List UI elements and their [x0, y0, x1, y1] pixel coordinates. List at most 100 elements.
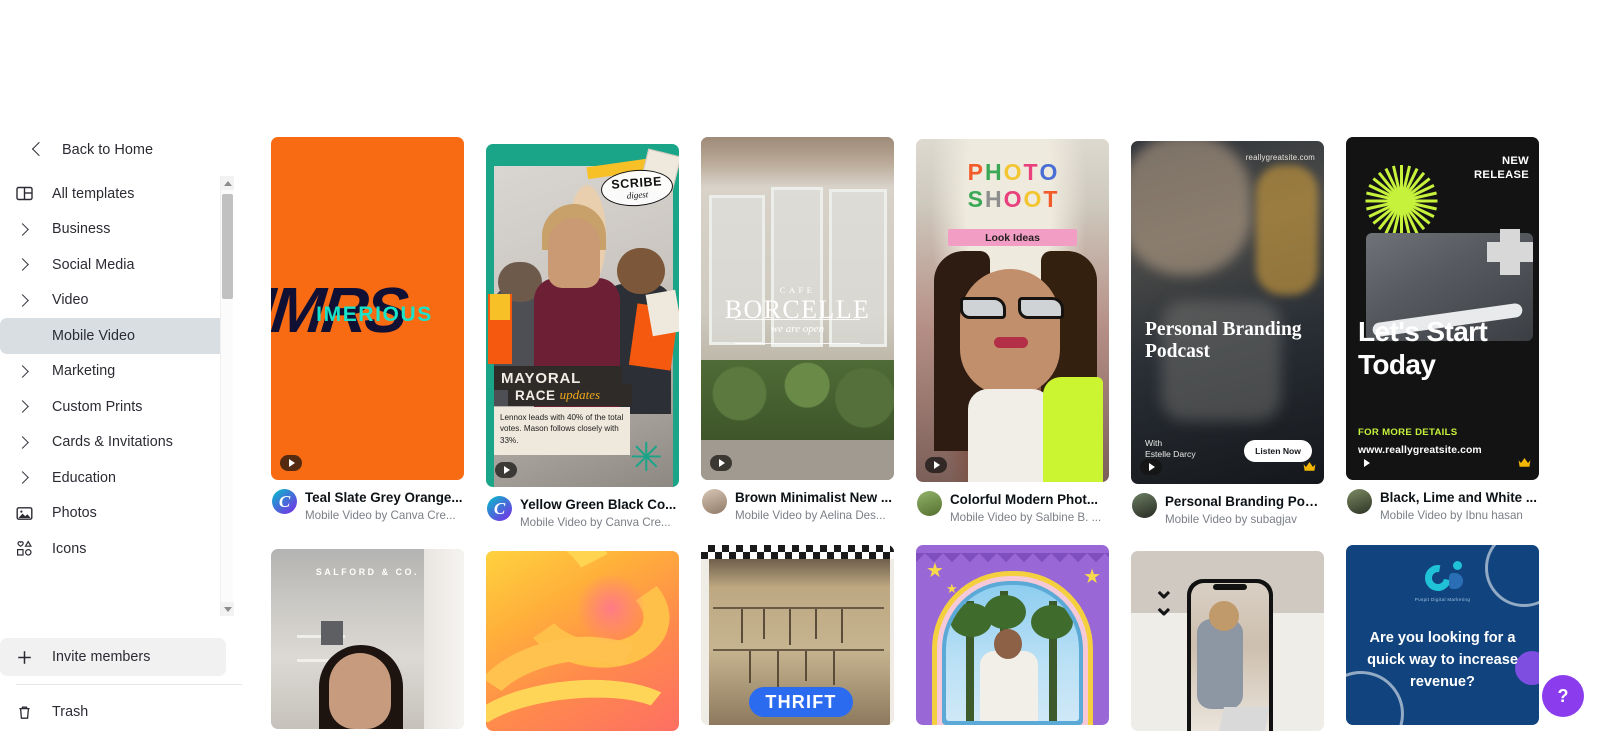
sidebar-item-social-media[interactable]: Social Media	[0, 247, 226, 283]
template-meta: Colorful Modern Phot... Mobile Video by …	[916, 491, 1109, 525]
sidebar-item-mobile-video[interactable]: Mobile Video	[0, 318, 226, 354]
divider	[735, 319, 860, 320]
invite-members-button[interactable]: Invite members	[0, 638, 226, 676]
template-title: Black, Lime and White ...	[1380, 490, 1538, 505]
invite-members-label: Invite members	[52, 649, 151, 665]
back-to-home-button[interactable]: Back to Home	[0, 130, 242, 170]
thumb-shape	[490, 294, 510, 320]
chevron-right-icon	[16, 468, 42, 488]
sidebar-item-icons[interactable]: Icons	[0, 531, 226, 567]
thumb-photo	[946, 585, 1079, 721]
sidebar-item-cards-invitations[interactable]: Cards & Invitations	[0, 425, 226, 461]
thumb-host-name: Estelle Darcy	[1145, 449, 1196, 459]
thumb-details-label: FOR MORE DETAILS	[1358, 427, 1458, 438]
play-icon[interactable]	[495, 462, 517, 478]
thumb-website: reallygreatsite.com	[1245, 153, 1315, 162]
template-meta: Personal Branding Pod... Mobile Video by…	[1131, 493, 1324, 527]
trash-button[interactable]: Trash	[0, 693, 226, 731]
listen-now-button[interactable]: Listen Now	[1244, 440, 1312, 462]
sidebar-item-label: Custom Prints	[52, 398, 143, 415]
avatar	[1132, 493, 1157, 518]
template-title: Brown Minimalist New ...	[735, 490, 892, 505]
thumb-badge-label: THRIFT	[765, 691, 837, 712]
sidebar-scroll-area: All templates Business Social Media Vide…	[0, 176, 242, 616]
template-thumbnail[interactable]: PHOTO SHOOT Look Ideas	[916, 139, 1109, 482]
thumb-brand-name: BORCELLE	[724, 295, 871, 324]
template-meta: Brown Minimalist New ... Mobile Video by…	[701, 489, 894, 523]
plus-icon	[16, 647, 42, 667]
play-icon[interactable]	[925, 457, 947, 473]
sidebar-scrollbar[interactable]	[220, 176, 234, 616]
template-thumbnail[interactable]: SCRIBE digest MAYORAL RACE updates Lenno…	[486, 144, 679, 487]
thumb-tag-label: Look Ideas	[985, 231, 1040, 244]
template-card[interactable]: Puspit Digital Marketing Are you looking…	[1346, 545, 1539, 725]
template-byline: Mobile Video by Canva Cre...	[305, 509, 456, 522]
sidebar-divider	[16, 684, 242, 685]
sidebar-item-label: All templates	[52, 185, 135, 202]
thumb-host-label: With	[1145, 438, 1163, 448]
avatar	[487, 496, 512, 521]
sidebar-item-all-templates[interactable]: All templates	[0, 176, 226, 212]
sidebar-item-label: Photos	[52, 505, 97, 522]
template-thumbnail[interactable]: IMRS IMERIOUS	[271, 137, 464, 480]
thumb-headline-1: PHOTO	[967, 159, 1058, 185]
template-browser-page: Back to Home All templates Business Soci…	[0, 0, 1600, 733]
sunburst-icon	[1364, 163, 1440, 239]
thumb-host: With Estelle Darcy	[1145, 438, 1196, 460]
template-card[interactable]: SALFORD & CO.	[271, 549, 464, 729]
scroll-down-arrow-icon[interactable]	[221, 602, 234, 616]
template-card[interactable]: SCRIBE digest MAYORAL RACE updates Lenno…	[486, 144, 679, 530]
checker-border	[701, 545, 894, 559]
sidebar-item-label: Business	[52, 221, 111, 238]
play-icon[interactable]	[1140, 459, 1162, 475]
star-icon: ★	[926, 560, 944, 582]
sidebar-item-business[interactable]: Business	[0, 212, 226, 248]
help-button[interactable]: ?	[1542, 675, 1584, 717]
play-icon[interactable]	[710, 455, 732, 471]
sidebar-item-label: Cards & Invitations	[52, 434, 173, 451]
template-byline: Mobile Video by Aelina Des...	[735, 509, 886, 522]
template-card[interactable]: NEW RELEASE Let's Start Today FOR MORE D…	[1346, 137, 1539, 523]
template-meta: Black, Lime and White ... Mobile Video b…	[1346, 489, 1539, 523]
template-thumbnail[interactable]: ★ ★ ★	[916, 545, 1109, 725]
template-thumbnail[interactable]	[486, 551, 679, 731]
scroll-up-arrow-icon[interactable]	[221, 176, 234, 190]
template-thumbnail[interactable]: SALFORD & CO.	[271, 549, 464, 729]
sidebar-item-photos[interactable]: Photos	[0, 496, 226, 532]
template-thumbnail[interactable]: reallygreatsite.com Personal Branding Po…	[1131, 141, 1324, 484]
divider	[735, 343, 860, 344]
thumb-headline: Let's Start Today	[1358, 316, 1488, 380]
template-card[interactable]	[486, 551, 679, 731]
back-to-home-label: Back to Home	[62, 142, 154, 158]
play-icon[interactable]	[280, 455, 302, 471]
template-card[interactable]: ★ ★ ★	[916, 545, 1109, 725]
sidebar-item-marketing[interactable]: Marketing	[0, 354, 226, 390]
template-card[interactable]: IMRS IMERIOUS Teal Slate Grey Orange... …	[271, 137, 464, 523]
template-card[interactable]: CAFE BORCELLE we are open Brown Minimali…	[701, 137, 894, 523]
template-thumbnail[interactable]: Puspit Digital Marketing Are you looking…	[1346, 545, 1539, 725]
template-thumbnail[interactable]: CAFE BORCELLE we are open	[701, 137, 894, 480]
chevron-right-icon	[16, 219, 42, 239]
template-card[interactable]: THRIFT	[701, 545, 894, 725]
sidebar-item-video[interactable]: Video	[0, 283, 226, 319]
sidebar-item-custom-prints[interactable]: Custom Prints	[0, 389, 226, 425]
sidebar-item-label: Mobile Video	[52, 327, 135, 344]
scrollbar-thumb[interactable]	[222, 194, 233, 299]
star-icon: ★	[1083, 566, 1101, 588]
play-icon[interactable]	[1355, 455, 1377, 471]
stamp-subtitle: digest	[626, 189, 649, 201]
template-thumbnail[interactable]: NEW RELEASE Let's Start Today FOR MORE D…	[1346, 137, 1539, 480]
thumb-kicker: CAFE	[779, 285, 816, 295]
template-title: Colorful Modern Phot...	[950, 492, 1099, 507]
template-card[interactable]: ⌄ ⌄	[1131, 551, 1324, 731]
template-card[interactable]: reallygreatsite.com Personal Branding Po…	[1131, 141, 1324, 527]
template-thumbnail[interactable]: THRIFT	[701, 545, 894, 725]
template-thumbnail[interactable]: ⌄ ⌄	[1131, 551, 1324, 731]
trash-label: Trash	[52, 704, 89, 720]
sidebar-item-label: Social Media	[52, 256, 135, 273]
sidebar-item-education[interactable]: Education	[0, 460, 226, 496]
thumb-script-subtitle: we are open	[770, 323, 825, 335]
sidebar-item-label: Education	[52, 469, 117, 486]
sunglasses-shape	[960, 297, 1064, 319]
template-card[interactable]: PHOTO SHOOT Look Ideas Colorful Modern P…	[916, 139, 1109, 525]
